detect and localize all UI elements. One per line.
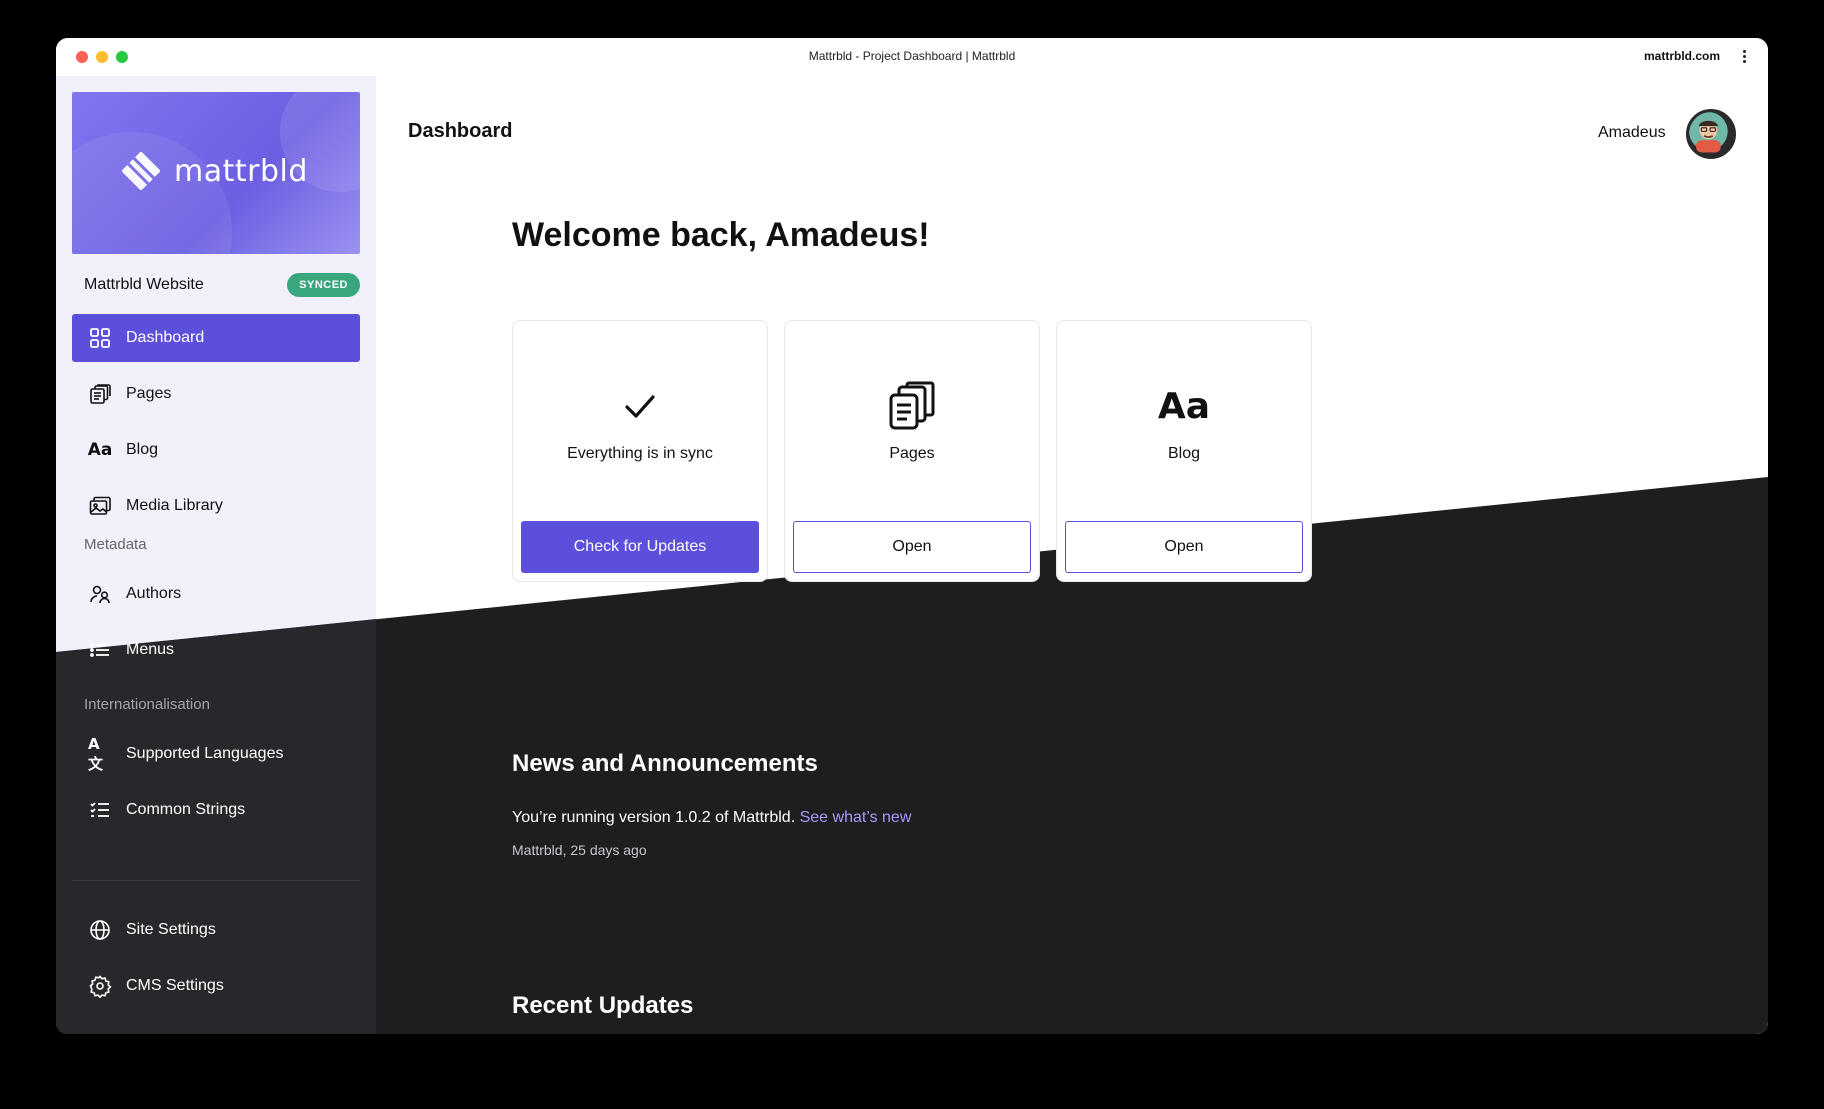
mattrbld-logo-icon: [122, 152, 160, 190]
sidebar-item-label: Common Strings: [126, 801, 246, 818]
sidebar-item-site-settings[interactable]: Site Settings: [72, 906, 360, 954]
sidebar-divider: [72, 880, 360, 881]
app-content: mattrbld Mattrbld Website SYNCED Dashboa…: [56, 76, 1768, 1034]
grid-icon: [88, 326, 112, 350]
check-icon: [513, 381, 767, 431]
sidebar-item-blog[interactable]: Aa Blog: [72, 426, 360, 474]
sidebar-item-label: Dashboard: [126, 329, 205, 346]
sidebar-item-supported-languages[interactable]: A文 Supported Languages: [72, 730, 360, 778]
sidebar-item-dashboard[interactable]: Dashboard: [72, 314, 360, 362]
sidebar-item-authors[interactable]: Authors: [72, 570, 360, 618]
translate-icon: A文: [88, 734, 104, 773]
gear-icon: [88, 974, 112, 998]
page-title: Dashboard: [408, 120, 513, 142]
recent-updates-heading: Recent Updates: [512, 992, 694, 1019]
status-badge: SYNCED: [287, 273, 360, 297]
users-icon: [88, 582, 112, 606]
sync-card: Everything is in sync Check for Updates: [512, 320, 768, 582]
news-text-row: You’re running version 1.0.2 of Mattrbld…: [512, 809, 911, 827]
news-text: You’re running version 1.0.2 of Mattrbld…: [512, 809, 796, 826]
news-meta: Mattrbld, 25 days ago: [512, 842, 647, 858]
sidebar-item-menus[interactable]: Menus: [72, 626, 360, 674]
pages-icon: [88, 382, 112, 406]
blog-card-label: Blog: [1167, 445, 1201, 462]
brand-banner[interactable]: mattrbld: [72, 92, 360, 254]
see-whats-new-link[interactable]: See what’s new: [800, 809, 912, 826]
site-domain[interactable]: mattrbld.com: [1644, 49, 1720, 63]
welcome-heading: Welcome back, Amadeus!: [512, 216, 930, 254]
news-heading: News and Announcements: [512, 750, 818, 777]
browser-window: Mattrbld - Project Dashboard | Mattrbld …: [56, 38, 1768, 1034]
sidebar-item-label: Supported Languages: [126, 745, 284, 762]
sidebar-item-label: Media Library: [126, 497, 223, 514]
pages-card-label: Pages: [889, 445, 935, 462]
sidebar-item-common-strings[interactable]: Common Strings: [72, 786, 360, 834]
typography-icon: Aa: [1157, 385, 1211, 427]
open-blog-button[interactable]: Open: [1065, 521, 1303, 573]
pages-card: Pages Open: [784, 320, 1040, 582]
sidebar-item-pages[interactable]: Pages: [72, 370, 360, 418]
brand-name: mattrbld: [174, 153, 308, 189]
i18n-section-label: Internationalisation: [84, 696, 210, 713]
checklist-icon: [88, 798, 112, 822]
sync-status-label: Everything is in sync: [567, 445, 713, 462]
sidebar-item-label: CMS Settings: [126, 977, 224, 994]
check-for-updates-button[interactable]: Check for Updates: [521, 521, 759, 573]
sidebar-item-label: Authors: [126, 585, 182, 602]
metadata-section-label: Metadata: [84, 536, 147, 553]
user-name[interactable]: Amadeus: [1598, 124, 1666, 142]
list-icon: [88, 638, 112, 662]
sidebar-item-label: Blog: [126, 441, 159, 458]
project-row: Mattrbld Website SYNCED: [84, 270, 360, 300]
globe-icon: [88, 918, 112, 942]
sidebar-item-label: Site Settings: [126, 921, 216, 938]
more-menu-icon[interactable]: [1736, 48, 1752, 66]
blog-card: Aa Blog Open: [1056, 320, 1312, 582]
typography-icon: Aa: [87, 440, 113, 460]
sidebar-item-media-library[interactable]: Media Library: [72, 482, 360, 530]
project-name: Mattrbld Website: [84, 276, 204, 293]
open-pages-button[interactable]: Open: [793, 521, 1031, 573]
avatar[interactable]: [1686, 109, 1736, 159]
sidebar-item-label: Menus: [126, 641, 175, 658]
window-title: Mattrbld - Project Dashboard | Mattrbld: [808, 49, 1016, 63]
pages-icon: [785, 381, 1039, 431]
sidebar-item-label: Pages: [126, 385, 172, 402]
title-bar: Mattrbld - Project Dashboard | Mattrbld …: [56, 38, 1768, 76]
image-stack-icon: [88, 494, 112, 518]
sidebar-item-cms-settings[interactable]: CMS Settings: [72, 962, 360, 1010]
